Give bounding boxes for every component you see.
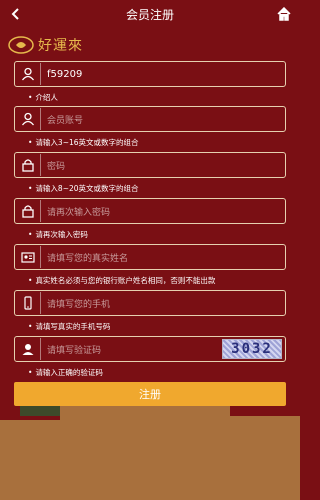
page-title: 会员注册 <box>125 7 174 22</box>
user-icon <box>15 108 41 130</box>
phone-icon <box>15 292 41 314</box>
logo-emblem-icon <box>8 36 34 54</box>
password-field[interactable]: 密码 <box>14 152 286 178</box>
real-name-field[interactable]: 请填写您的真实姓名 <box>14 244 286 270</box>
phone-field[interactable]: 请填写您的手机 <box>14 290 286 316</box>
captcha-input[interactable]: 请填写验证码 <box>47 343 101 356</box>
password-confirm-input[interactable]: 请再次输入密码 <box>47 205 110 218</box>
lock-icon <box>15 200 41 222</box>
password-confirm-field[interactable]: 请再次输入密码 <box>14 198 286 224</box>
logo-text: 好運來 <box>38 38 83 54</box>
real-name-input[interactable]: 请填写您的真实姓名 <box>47 251 128 264</box>
introducer-value: f59209 <box>47 68 83 80</box>
captcha-image[interactable]: 3032 <box>222 339 282 359</box>
introducer-hint: 介绍人 <box>28 92 58 103</box>
bottom-shade <box>230 406 300 416</box>
account-hint: 请输入3~16英文或数字的组合 <box>28 137 138 148</box>
bottom-background <box>0 406 300 500</box>
captcha-user-icon <box>15 338 41 360</box>
id-card-icon <box>15 246 41 268</box>
password-input[interactable]: 密码 <box>47 159 65 172</box>
phone-input[interactable]: 请填写您的手机 <box>47 297 110 310</box>
captcha-image-text: 3032 <box>231 341 273 357</box>
password-hint: 请输入8~20英文或数字的组合 <box>28 183 138 194</box>
real-name-hint: 真实姓名必须与您的银行账户姓名相同，否则不能出款 <box>28 275 215 286</box>
phone-hint: 请填写真实的手机号码 <box>28 321 110 332</box>
lock-icon <box>15 154 41 176</box>
account-field[interactable]: 会员账号 <box>14 106 286 132</box>
home-icon[interactable] <box>272 2 296 26</box>
introducer-field[interactable]: f59209 <box>14 61 286 87</box>
brand-logo: 好運來 <box>8 34 83 56</box>
back-arrow-icon[interactable] <box>4 2 28 26</box>
user-icon <box>15 63 41 85</box>
register-button[interactable]: 注册 <box>14 382 286 406</box>
account-input[interactable]: 会员账号 <box>47 113 83 126</box>
top-bar: 会员注册 <box>0 0 300 28</box>
password-confirm-hint: 请再次输入密码 <box>28 229 88 240</box>
bottom-shade <box>20 406 60 416</box>
captcha-hint: 请输入正确的验证码 <box>28 367 103 378</box>
